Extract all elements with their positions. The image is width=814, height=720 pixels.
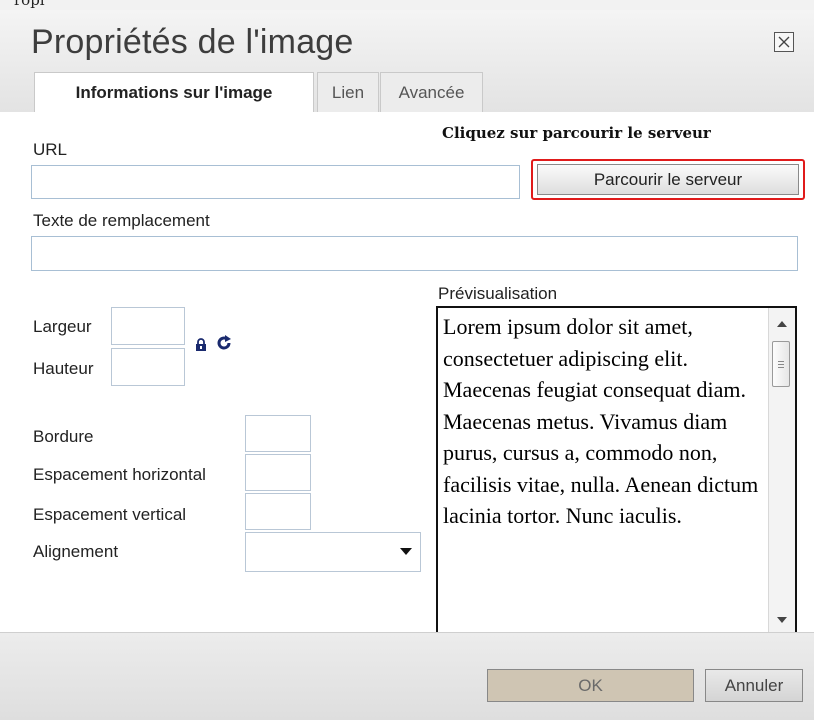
tab-advanced[interactable]: Avancée bbox=[380, 72, 483, 112]
dialog-footer: OK Annuler bbox=[0, 632, 814, 720]
refresh-icon[interactable] bbox=[215, 334, 233, 356]
alt-text-label: Texte de remplacement bbox=[33, 211, 210, 230]
preview-text: Lorem ipsum dolor sit amet, consectetuer… bbox=[443, 314, 759, 528]
chevron-down-icon bbox=[400, 548, 412, 555]
align-label: Alignement bbox=[33, 542, 119, 561]
width-label: Largeur bbox=[33, 317, 92, 336]
preview-scrollbar[interactable] bbox=[768, 308, 795, 635]
close-icon[interactable] bbox=[774, 32, 794, 52]
tab-link[interactable]: Lien bbox=[317, 72, 379, 112]
hspace-input[interactable] bbox=[245, 454, 311, 491]
scroll-up-arrow-icon[interactable] bbox=[777, 321, 787, 327]
top-fragment-text: ropi bbox=[14, 0, 45, 9]
url-input[interactable] bbox=[31, 165, 520, 199]
height-label: Hauteur bbox=[33, 359, 94, 378]
preview-label: Prévisualisation bbox=[438, 284, 558, 303]
width-input[interactable] bbox=[111, 307, 185, 345]
top-strip: ropi bbox=[0, 0, 814, 10]
hspace-label: Espacement horizontal bbox=[33, 465, 206, 484]
ok-button[interactable]: OK bbox=[487, 669, 694, 702]
browse-server-button[interactable]: Parcourir le serveur bbox=[537, 164, 799, 195]
dialog-body: Cliquez sur parcourir le serveur URL Par… bbox=[0, 112, 814, 637]
vspace-input[interactable] bbox=[245, 493, 311, 530]
lock-icon[interactable] bbox=[195, 337, 207, 356]
url-label: URL bbox=[33, 140, 68, 159]
border-input[interactable] bbox=[245, 415, 311, 452]
scroll-thumb[interactable] bbox=[772, 341, 790, 387]
border-label: Bordure bbox=[33, 427, 94, 446]
vspace-label: Espacement vertical bbox=[33, 505, 187, 524]
tab-image-info[interactable]: Informations sur l'image bbox=[34, 72, 314, 113]
preview-box: Lorem ipsum dolor sit amet, consectetuer… bbox=[436, 306, 797, 637]
alt-text-input[interactable] bbox=[31, 236, 798, 271]
scroll-down-arrow-icon[interactable] bbox=[777, 617, 787, 623]
cancel-button[interactable]: Annuler bbox=[705, 669, 803, 702]
dialog-title: Propriétés de l'image bbox=[31, 23, 354, 61]
annotation-note: Cliquez sur parcourir le serveur bbox=[442, 124, 711, 142]
image-properties-dialog: ropi Propriétés de l'image Informations … bbox=[0, 0, 814, 720]
align-select[interactable] bbox=[245, 532, 421, 572]
height-input[interactable] bbox=[111, 348, 185, 386]
dialog-header: Propriétés de l'image Informations sur l… bbox=[0, 10, 814, 113]
